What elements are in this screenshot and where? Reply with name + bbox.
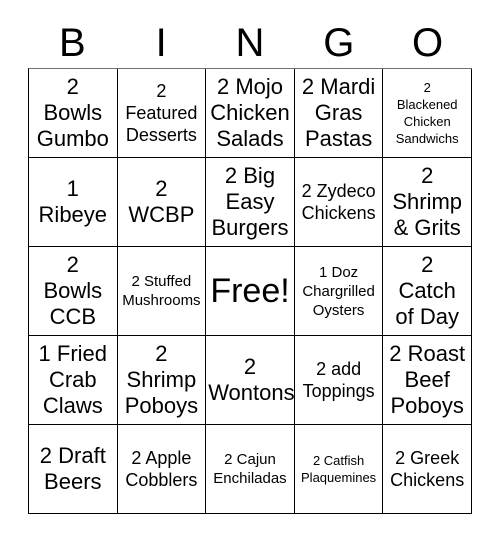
bingo-square[interactable]: 2 Apple Cobblers [117, 425, 207, 514]
bingo-square[interactable]: 2 Shrimp & Grits [383, 158, 472, 247]
bingo-square-label: 2 Draft Beers [39, 443, 106, 494]
bingo-square[interactable]: 2 Cajun Enchiladas [206, 425, 295, 514]
bingo-square-label: 2 Zydeco Chickens [301, 181, 376, 223]
bingo-square-label: 1 Doz Chargrilled Oysters [302, 263, 375, 319]
bingo-card: B I N G O 2 Bowls Gumbo 2 Featured Desse… [0, 0, 500, 544]
bingo-free-label: Free! [210, 272, 290, 310]
bingo-square[interactable]: 2 Shrimp Poboys [117, 336, 207, 425]
bingo-square-label: 2 Wontons [208, 354, 295, 405]
bingo-header-letter-b: B [59, 21, 86, 65]
bingo-header: B I N G O [28, 18, 472, 68]
bingo-square[interactable]: 2 add Toppings [294, 336, 384, 425]
bingo-square-free[interactable]: Free! [206, 247, 295, 336]
bingo-header-letter-i: I [155, 21, 167, 65]
bingo-grid: 2 Bowls Gumbo 2 Featured Desserts 2 Mojo… [28, 68, 472, 514]
bingo-square-label: 2 Roast Beef Poboys [389, 341, 466, 418]
bingo-square[interactable]: 2 Bowls CCB [29, 247, 118, 336]
bingo-square[interactable]: 2 Wontons [206, 336, 295, 425]
bingo-square-label: 2 Bowls CCB [43, 252, 103, 329]
bingo-square-label: 2 Blackened Chicken Sandwichs [395, 80, 459, 146]
bingo-square-label: 2 Mojo Chicken Salads [210, 74, 290, 151]
bingo-square-label: 2 WCBP [128, 176, 195, 227]
bingo-square-label: 2 add Toppings [302, 359, 375, 401]
bingo-square-label: 1 Fried Crab Claws [38, 341, 108, 418]
bingo-header-letter-n: N [235, 21, 265, 65]
bingo-square-label: 2 Apple Cobblers [125, 448, 198, 490]
bingo-square[interactable]: 2 Stuffed Mushrooms [117, 247, 207, 336]
bingo-square[interactable]: 2 Blackened Chicken Sandwichs [383, 69, 472, 158]
bingo-square[interactable]: 2 Zydeco Chickens [294, 158, 384, 247]
bingo-square-label: 2 Big Easy Burgers [211, 163, 289, 240]
bingo-square-label: 2 Shrimp & Grits [392, 163, 463, 240]
bingo-square-label: 1 Ribeye [38, 176, 108, 227]
bingo-square-label: 2 Featured Desserts [125, 81, 198, 145]
bingo-square[interactable]: 2 Bowls Gumbo [29, 69, 118, 158]
bingo-square-label: 2 Catch of Day [395, 252, 459, 329]
bingo-square[interactable]: 2 Catch of Day [383, 247, 472, 336]
bingo-header-letter-g: G [323, 21, 355, 65]
bingo-square[interactable]: 2 Mardi Gras Pastas [294, 69, 384, 158]
bingo-square[interactable]: 1 Fried Crab Claws [29, 336, 118, 425]
bingo-square-label: 2 Catfish Plaquemines [301, 453, 377, 485]
bingo-square[interactable]: 2 WCBP [117, 158, 207, 247]
bingo-square-label: 2 Shrimp Poboys [124, 341, 199, 418]
bingo-square[interactable]: 2 Featured Desserts [117, 69, 207, 158]
bingo-square[interactable]: 2 Greek Chickens [383, 425, 472, 514]
bingo-square-label: 2 Mardi Gras Pastas [301, 74, 376, 151]
bingo-square-label: 2 Greek Chickens [390, 448, 465, 490]
bingo-square[interactable]: 2 Mojo Chicken Salads [206, 69, 295, 158]
bingo-header-letter-o: O [412, 21, 444, 65]
bingo-square[interactable]: 2 Big Easy Burgers [206, 158, 295, 247]
bingo-square[interactable]: 2 Roast Beef Poboys [383, 336, 472, 425]
bingo-square[interactable]: 2 Catfish Plaquemines [294, 425, 384, 514]
bingo-square-label: 2 Bowls Gumbo [36, 74, 109, 151]
bingo-square[interactable]: 2 Draft Beers [29, 425, 118, 514]
bingo-square-label: 2 Stuffed Mushrooms [122, 273, 201, 309]
bingo-square[interactable]: 1 Doz Chargrilled Oysters [294, 247, 384, 336]
bingo-square[interactable]: 1 Ribeye [29, 158, 118, 247]
bingo-square-label: 2 Cajun Enchiladas [213, 451, 287, 487]
